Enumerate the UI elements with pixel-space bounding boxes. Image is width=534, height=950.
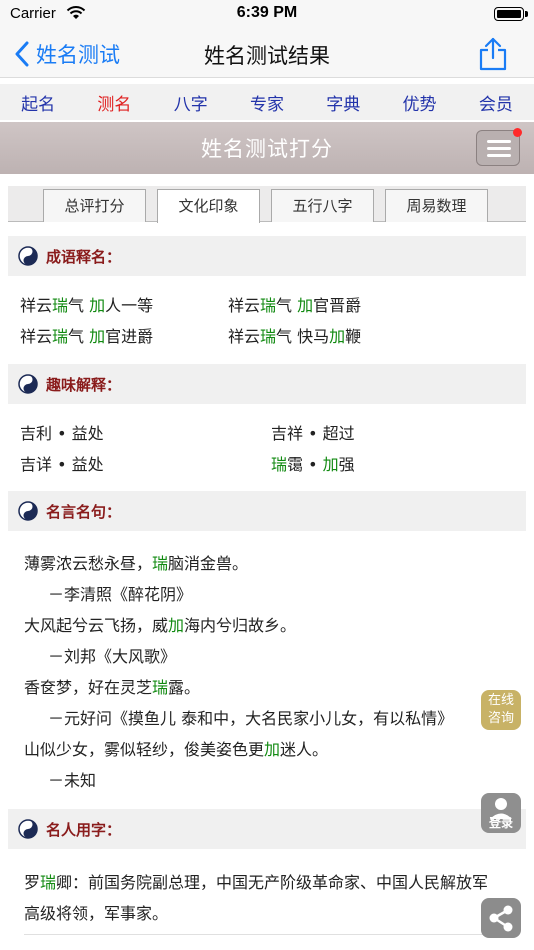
tab-zidian[interactable]: 字典 xyxy=(326,90,360,115)
tab-zongping[interactable]: 总评打分 xyxy=(43,189,146,222)
quote-author: －刘邦《大风歌》 xyxy=(48,647,177,666)
quote-author: －元好问《摸鱼儿 泰和中，大名民家小儿女，有以私情》 xyxy=(48,709,454,728)
section-banner: 姓名测试打分 xyxy=(0,122,534,174)
menu-icon xyxy=(487,140,511,143)
battery-icon xyxy=(494,7,528,21)
status-bar: Carrier 6:39 PM xyxy=(0,0,534,30)
tab-qiming[interactable]: 起名 xyxy=(21,90,55,115)
online-consult-button[interactable]: 在线 咨询 xyxy=(481,690,521,730)
quote-text: 大风起兮云飞扬，威加海内兮归故乡。 xyxy=(24,616,297,635)
famous-text: 罗瑞卿：前国务院副总理，中国无产阶级革命家、中国人民解放军 xyxy=(24,873,489,892)
section-title: 名言名句： xyxy=(46,502,122,521)
tab-zhuanjia[interactable]: 专家 xyxy=(250,90,284,115)
tab-huiyuan[interactable]: 会员 xyxy=(479,90,513,115)
page-title: 姓名测试结果 xyxy=(204,44,330,68)
tab-wenhua[interactable]: 文化印象 xyxy=(157,189,260,223)
section-title: 名人用字： xyxy=(46,820,122,839)
section-title: 成语释名： xyxy=(46,247,122,266)
famous-text: 高级将领，军事家。 xyxy=(24,904,169,923)
sub-tab-bar: 总评打分 文化印象 五行八字 周易数理 xyxy=(8,186,526,223)
notification-dot xyxy=(513,128,522,137)
idiom-item: 祥云瑞气 加官进爵 xyxy=(20,327,154,346)
idiom-item: 祥云瑞气 加人一等 xyxy=(20,296,154,315)
tab-bazi[interactable]: 八字 xyxy=(174,90,208,115)
tab-ceming[interactable]: 测名 xyxy=(97,90,131,115)
yin-yang-icon xyxy=(18,374,38,394)
section-title: 趣味解释： xyxy=(46,375,122,394)
idiom-item: 祥云瑞气 加官晋爵 xyxy=(228,296,362,315)
clock: 6:39 PM xyxy=(236,4,298,21)
fun-item: 吉祥 • 超过 xyxy=(271,424,355,443)
tab-wuxing[interactable]: 五行八字 xyxy=(271,189,374,222)
quote-text: 山似少女，雾似轻纱，俊美姿色更加迷人。 xyxy=(24,740,329,759)
section-idiom-header: 成语释名： xyxy=(8,236,526,276)
yin-yang-icon xyxy=(18,246,38,266)
idiom-item: 祥云瑞气 快马加鞭 xyxy=(228,327,362,346)
divider xyxy=(24,934,504,935)
navigation-bar: 姓名测试 姓名测试结果 xyxy=(0,30,534,78)
quote-author: －未知 xyxy=(48,771,97,790)
yin-yang-icon xyxy=(18,819,38,839)
tab-zhouyi[interactable]: 周易数理 xyxy=(385,189,488,222)
fun-item: 瑞霭 • 加强 xyxy=(271,455,355,474)
banner-title: 姓名测试打分 xyxy=(201,137,333,161)
share-button[interactable] xyxy=(481,898,521,938)
section-famous-header: 名人用字： xyxy=(8,809,526,849)
fun-item: 吉利 • 益处 xyxy=(20,424,104,443)
share-icon[interactable] xyxy=(476,36,510,72)
section-fun-header: 趣味解释： xyxy=(8,364,526,404)
share-network-icon xyxy=(489,905,513,932)
top-tab-bar: 起名 测名 八字 专家 字典 优势 会员 xyxy=(0,84,534,120)
menu-button[interactable] xyxy=(476,128,522,166)
tab-youshi[interactable]: 优势 xyxy=(403,90,437,115)
quote-author: －李清照《醉花阴》 xyxy=(48,585,193,604)
quote-text: 香奁梦，好在灵芝瑞露。 xyxy=(24,678,201,697)
fun-item: 吉详 • 益处 xyxy=(20,455,104,474)
login-button[interactable]: 登录 xyxy=(481,793,521,833)
quote-text: 薄雾浓云愁永昼，瑞脑消金兽。 xyxy=(24,554,249,573)
yin-yang-icon xyxy=(18,501,38,521)
section-quotes-header: 名言名句： xyxy=(8,491,526,531)
